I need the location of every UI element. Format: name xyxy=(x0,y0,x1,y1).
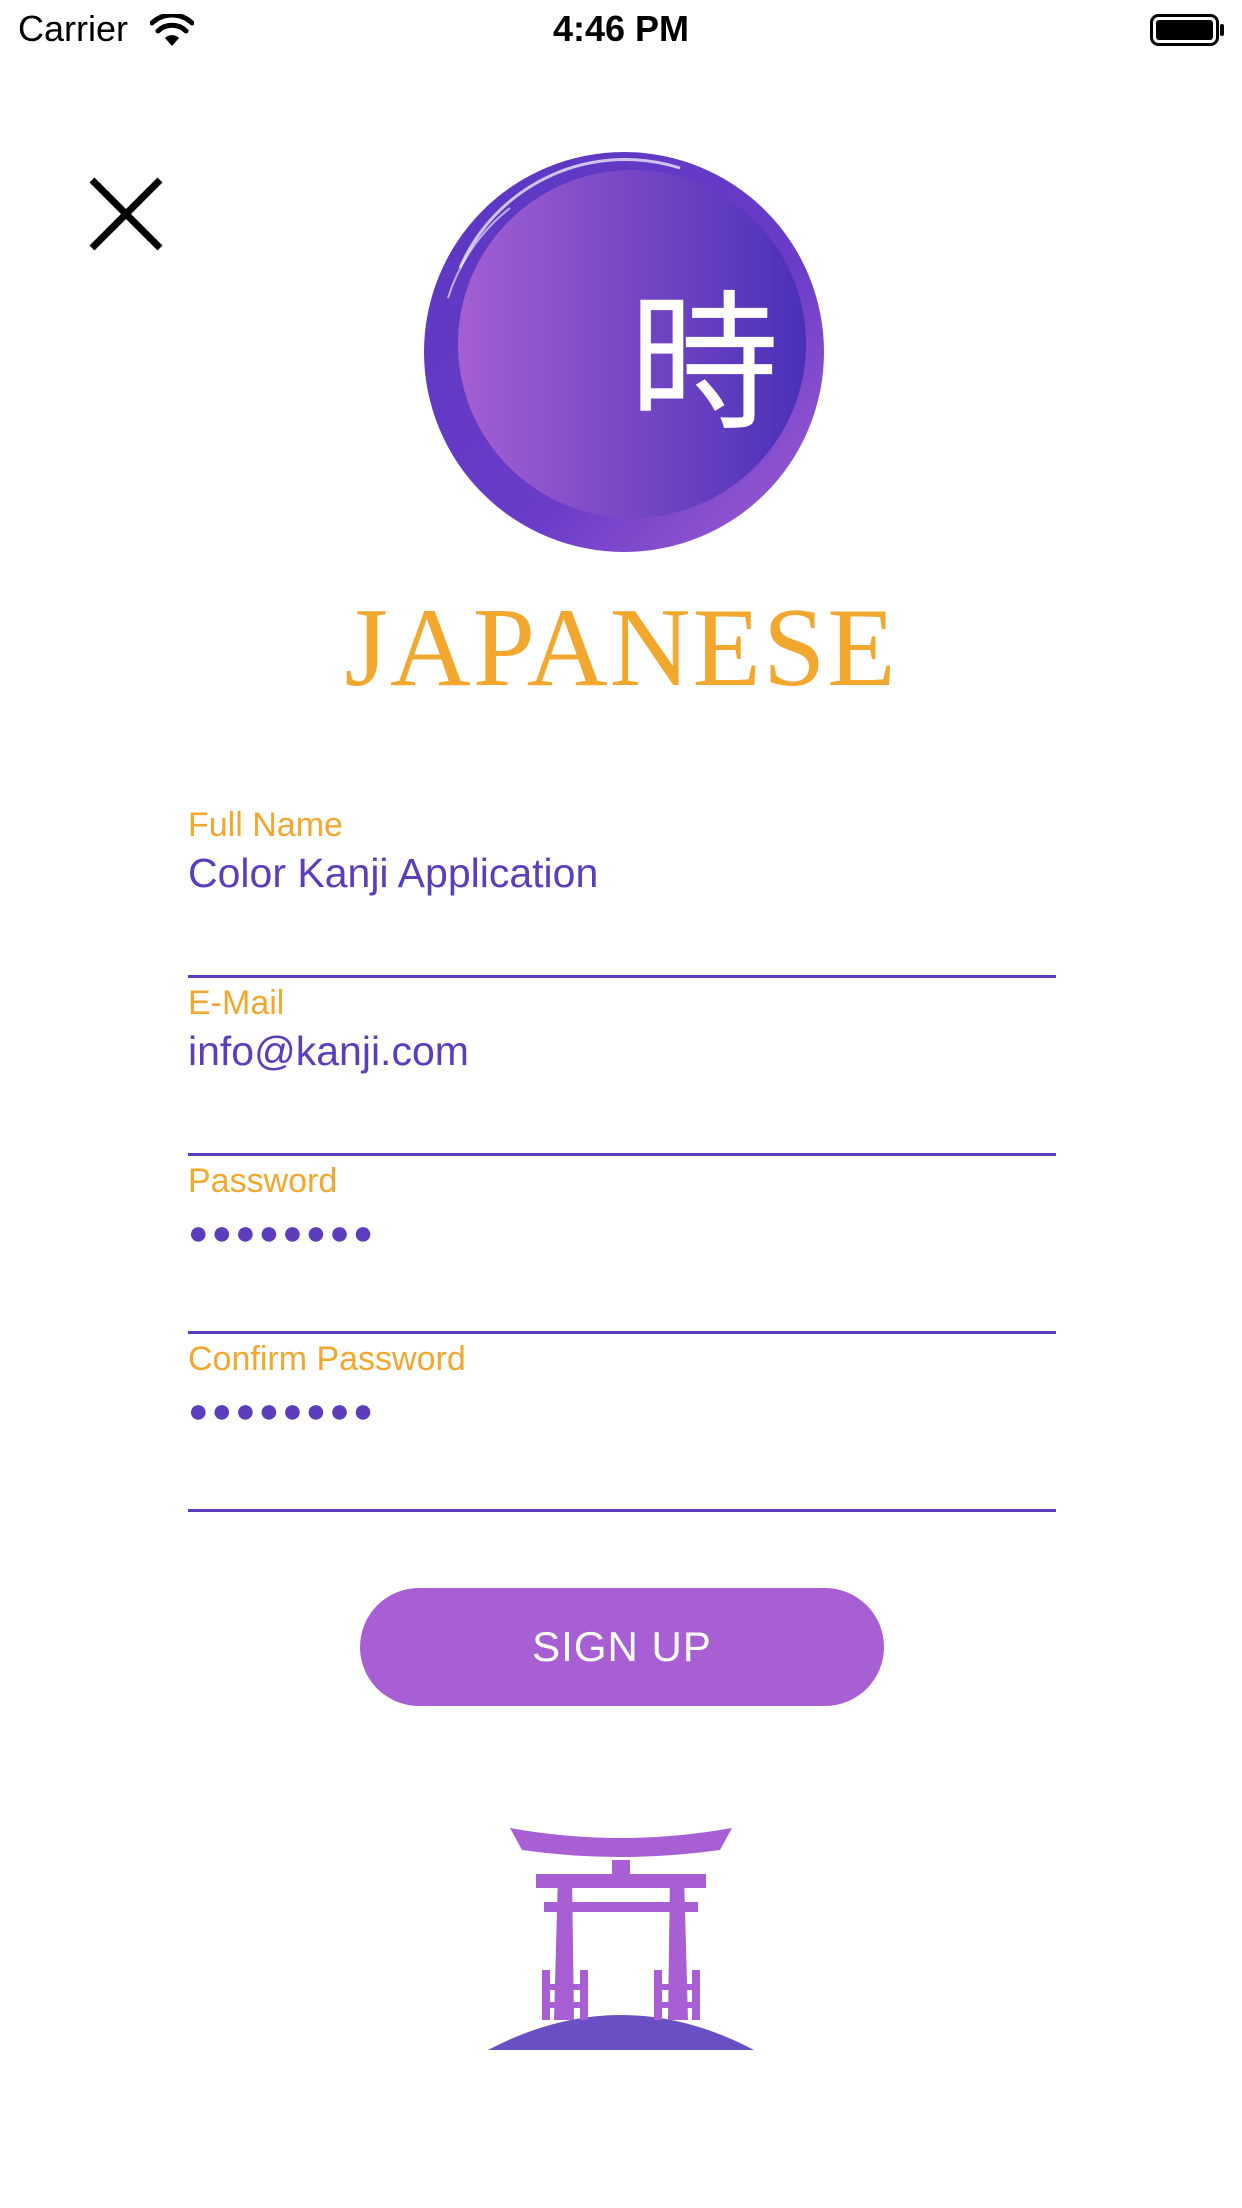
torii-gate-icon xyxy=(488,1828,754,2050)
confirm-password-label: Confirm Password xyxy=(188,1340,466,1378)
confirm-password-input[interactable]: ●●●●●●●● xyxy=(188,1392,376,1431)
battery-full-icon xyxy=(1150,14,1224,46)
signup-button[interactable]: SIGN UP xyxy=(360,1588,884,1706)
status-time: 4:46 PM xyxy=(552,8,690,49)
email-field[interactable]: E-Mail info@kanji.com xyxy=(188,978,1056,1156)
close-icon[interactable] xyxy=(86,174,166,254)
brand-title: JAPANESE xyxy=(344,586,898,710)
full-name-input[interactable]: Color Kanji Application xyxy=(188,850,598,897)
email-input[interactable]: info@kanji.com xyxy=(188,1028,469,1075)
email-label: E-Mail xyxy=(188,984,285,1022)
logo-kanji: 時 xyxy=(629,278,779,452)
full-name-label: Full Name xyxy=(188,806,343,844)
password-label: Password xyxy=(188,1162,338,1200)
status-bar: Carrier 4:46 PM xyxy=(0,0,1242,60)
password-field[interactable]: Password ●●●●●●●● xyxy=(188,1156,1056,1334)
kanji-logo: 時 xyxy=(424,152,824,552)
password-input[interactable]: ●●●●●●●● xyxy=(188,1214,376,1253)
signup-form: Full Name Color Kanji Application E-Mail… xyxy=(188,800,1056,1512)
full-name-field[interactable]: Full Name Color Kanji Application xyxy=(188,800,1056,978)
confirm-password-field[interactable]: Confirm Password ●●●●●●●● xyxy=(188,1334,1056,1512)
